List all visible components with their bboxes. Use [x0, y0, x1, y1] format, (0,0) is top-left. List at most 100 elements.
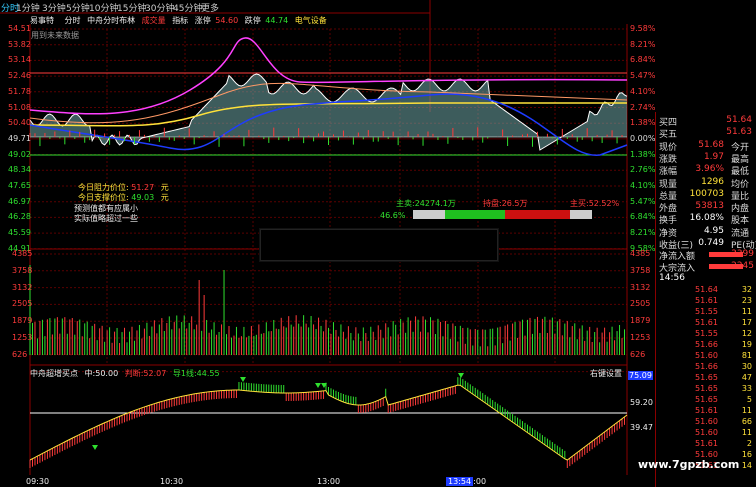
pct-tick-6: 1.38%	[630, 118, 656, 128]
flow-segment-buy	[505, 210, 570, 219]
quote-value: 53813	[695, 201, 724, 212]
vol-tick-r-6: 626	[630, 349, 646, 359]
flow-segment-neutral-right	[570, 210, 592, 219]
pct-tick-5: 2.74%	[630, 102, 656, 112]
signal-arrow	[240, 377, 246, 382]
indicator-name[interactable]: 中舟超增买点	[30, 369, 78, 378]
quote-row: 现量 1296 均价	[657, 176, 756, 190]
quote-row: 现价 51.68 今开	[657, 139, 756, 153]
main-sell-label: 主卖:24274.1万	[396, 199, 456, 208]
quote-value: 4.95	[703, 225, 724, 236]
trade-row: 51.65 33	[695, 384, 752, 393]
flow-segment-neutral-left	[413, 210, 445, 219]
redacted-box	[260, 229, 498, 261]
main-buy-label: 主买:52.52%	[570, 199, 620, 208]
vol-tick-6: 626	[12, 349, 28, 359]
quote-extra-label: 内盘	[731, 204, 750, 215]
quote-row: 净资 4.95 流通	[657, 225, 756, 239]
price-tick-10: 47.65	[8, 181, 31, 190]
quote-label: 换手	[659, 216, 678, 227]
quote-label: 总量	[659, 191, 678, 202]
indicator-down-value: 44.55	[196, 369, 220, 378]
price-tick-1: 53.82	[8, 39, 31, 49]
flow-segment-sell	[445, 210, 505, 219]
price-tick-2: 53.14	[8, 55, 31, 65]
signal-arrow	[315, 383, 321, 388]
quote-row: 买五 51.63	[657, 127, 756, 140]
pct-tick-2: 6.84%	[630, 55, 656, 65]
indicator-header: 中舟超增买点 中:50.00 判断:52.07 导1线:44.55	[30, 368, 220, 379]
time-label-1300: 13:00	[317, 477, 341, 486]
quote-label: 外盘	[659, 204, 678, 215]
support-annotation: 今日支撑价位: 49.03 元	[78, 192, 169, 203]
quote-row: 换手 16.08% 股本	[657, 213, 756, 227]
pct-tick-1: 8.21%	[630, 39, 656, 49]
quote-value: 1296	[701, 176, 724, 187]
pct-tick-13: 8.21%	[630, 228, 656, 238]
vol-tick-r-3: 2505	[630, 299, 651, 309]
quote-extra-label: 最高	[731, 154, 750, 165]
price-tick-12: 46.28	[8, 212, 31, 222]
quote-value: 3.96%	[695, 164, 724, 175]
trade-row: 51.55 12	[695, 329, 752, 338]
trade-row: 51.60 81	[695, 351, 752, 360]
cursor-time: 13:54	[446, 477, 474, 486]
support-value: 49.03	[131, 193, 155, 202]
trade-row: 51.61 23	[695, 296, 752, 305]
vol-tick-r-1: 3758	[630, 265, 651, 275]
pct-tick-8: 1.38%	[630, 149, 656, 159]
quote-extra-label: 流通	[731, 228, 750, 239]
quote-row: 外盘 53813 内盘	[657, 201, 756, 215]
quote-value: 51.68	[698, 139, 724, 150]
support-label: 今日支撑价位:	[78, 193, 129, 202]
quote-extra-label: 量比	[731, 191, 750, 202]
indicator-mid-label: 中:	[84, 369, 96, 378]
trade-row: 51.61 11	[695, 406, 752, 415]
resistance-label: 今日阻力价位:	[78, 183, 129, 192]
resistance-unit: 元	[160, 183, 169, 192]
price-tick-11: 46.97	[8, 196, 31, 206]
indicator-axis-low: 39.47	[630, 423, 653, 432]
indicator-mid-value: 50.00	[95, 369, 119, 378]
panel-divider	[655, 112, 656, 487]
quote-label: 现量	[659, 179, 678, 190]
indicator-settings-button[interactable]: 右键设置	[590, 368, 622, 379]
indicator-up-value: 52.07	[143, 369, 167, 378]
trade-row: 51.65 47	[695, 373, 752, 382]
vol-tick-r-5: 1253	[630, 333, 651, 342]
trade-row: 51.60 11	[695, 428, 752, 437]
price-tick-9: 48.34	[8, 165, 31, 175]
resistance-value: 51.27	[131, 183, 155, 192]
quote-row: 总量 100703 量比	[657, 188, 756, 202]
trade-row: 51.66 19	[695, 340, 752, 349]
quote-value: 100703	[689, 188, 724, 199]
pct-tick-4: 4.10%	[630, 86, 656, 96]
quote-value: 16.08%	[689, 213, 724, 224]
quote-row: 涨跌 1.97 最高	[657, 151, 756, 165]
price-tick-4: 51.78	[8, 86, 31, 96]
trade-row: 51.55 11	[695, 307, 752, 316]
trade-time: 14:56	[659, 273, 685, 283]
vol-tick-r-4: 1879	[630, 316, 651, 326]
price-tick-8: 49.02	[8, 149, 31, 159]
indicator-up-label: 判断:	[124, 369, 144, 378]
pct-tick-0: 9.58%	[630, 24, 656, 33]
price-tick-6: 50.40	[8, 118, 31, 128]
trade-row: 51.61 17	[695, 318, 752, 327]
net-inflow-row: 净流入额 3399	[659, 249, 754, 262]
indicator-axis-mid: 59.20	[630, 398, 653, 407]
pct-tick-7: 0.00%	[630, 133, 656, 143]
quote-row: 收益(三) 0.749 PE(动)	[657, 238, 756, 251]
quote-extra-label: 最低	[731, 167, 750, 178]
vol-tick-1: 3758	[12, 265, 33, 275]
quote-value: 1.97	[703, 151, 724, 162]
signal-arrow	[92, 445, 98, 450]
price-tick-3: 52.46	[8, 71, 31, 81]
trade-row: 51.61 2	[695, 439, 752, 448]
signal-arrow	[458, 373, 464, 378]
pct-tick-12: 6.84%	[630, 212, 656, 222]
vol-tick-2: 3132	[12, 282, 33, 292]
time-label-open: 09:30	[26, 477, 50, 486]
pct-tick-3: 5.47%	[630, 71, 656, 81]
quote-row: 涨幅 3.96% 最低	[657, 164, 756, 178]
